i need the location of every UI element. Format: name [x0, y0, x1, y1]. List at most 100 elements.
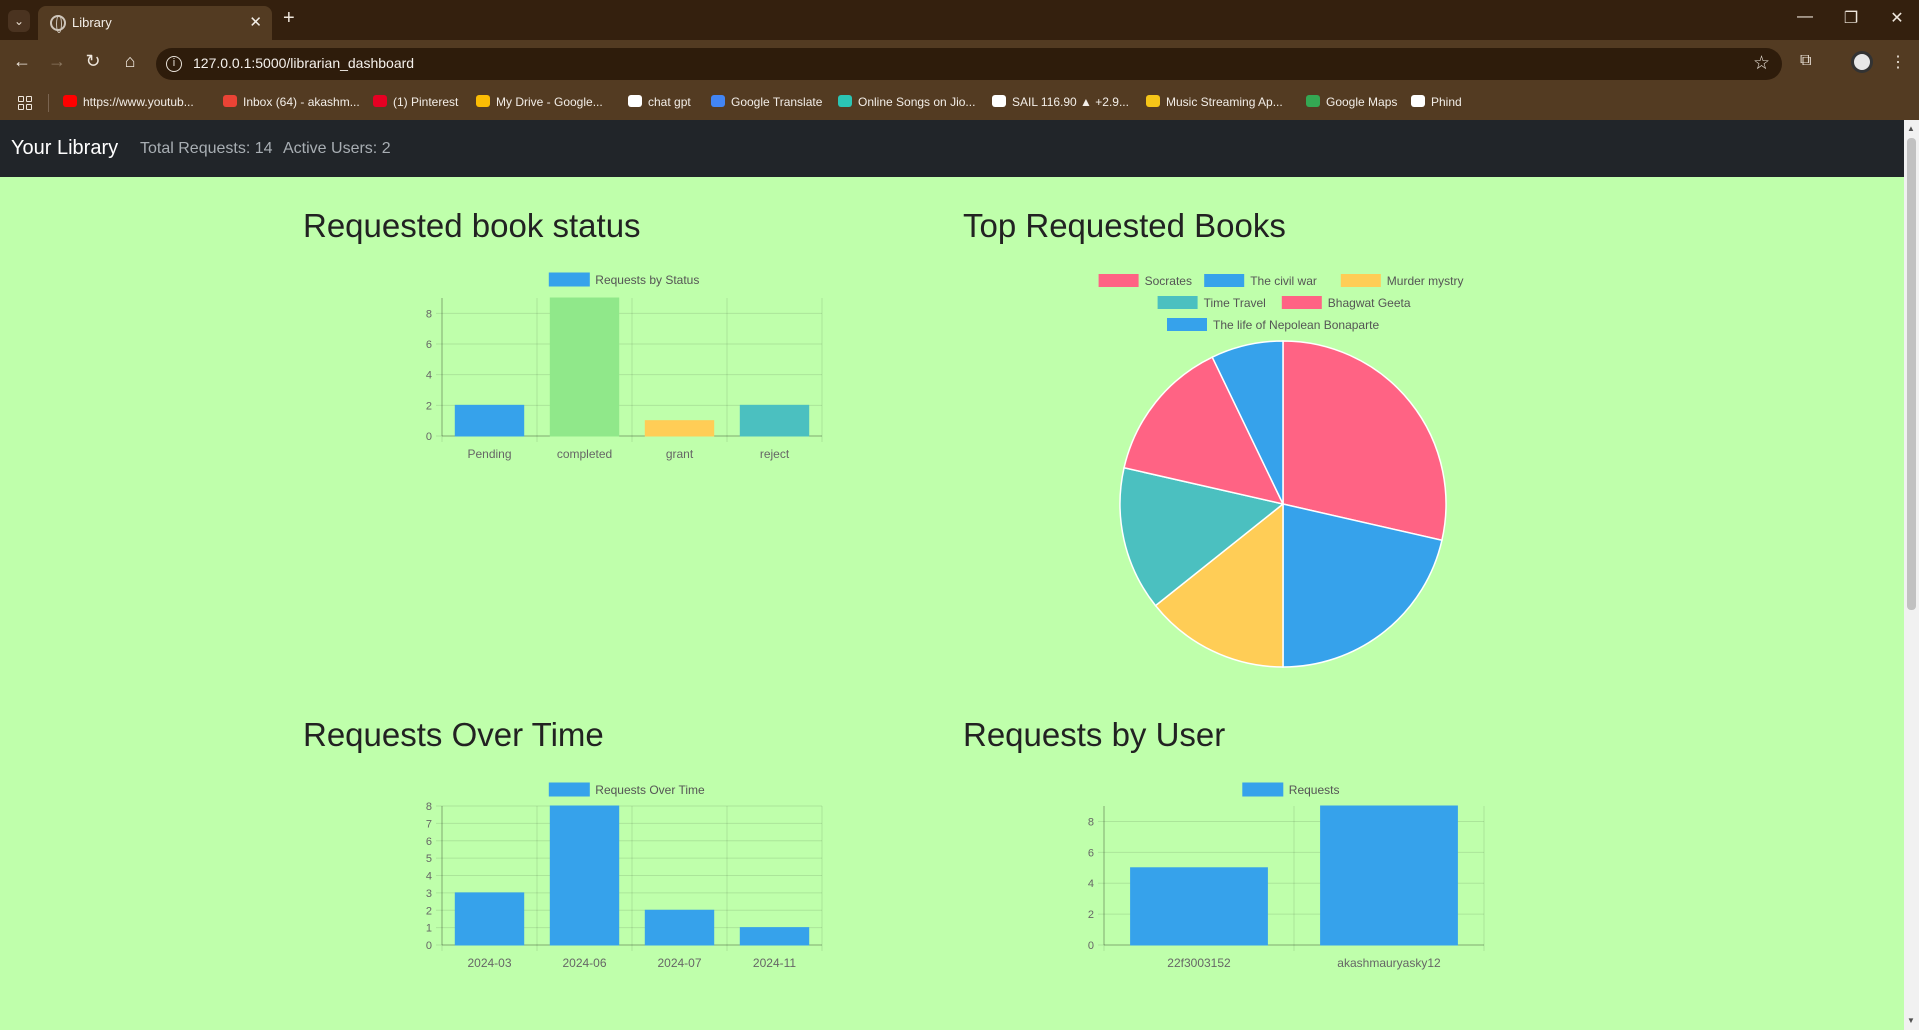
bookmark-item[interactable]: Google Maps — [1306, 95, 1397, 109]
bookmark-favicon-icon — [628, 95, 642, 107]
x-tick-label: 2024-06 — [562, 956, 606, 970]
status-bar-chart: Requests by Status 0 2 4 6 8 Pending completed g… — [426, 272, 823, 461]
y-tick-label: 5 — [426, 853, 432, 865]
y-tick-label: 2 — [1088, 909, 1094, 921]
bar — [739, 927, 810, 946]
legend-swatch — [1281, 296, 1322, 309]
page-scrollbar[interactable]: ▲ ▼ — [1904, 120, 1919, 1030]
x-tick-label: akashmauryasky12 — [1337, 956, 1441, 970]
bookmark-item[interactable]: chat gpt — [628, 95, 691, 109]
y-tick-label: 4 — [426, 370, 432, 382]
app-navbar: Your Library Total Requests: 14 Active U… — [0, 120, 1904, 177]
y-tick-label: 6 — [426, 339, 432, 351]
by-user-bar-chart: Requests 0 2 4 6 8 22f3003152 akashmauryasky12 — [1088, 782, 1485, 970]
legend-swatch — [1242, 782, 1284, 797]
bookmark-favicon-icon — [1306, 95, 1320, 107]
new-tab-icon[interactable]: + — [283, 7, 295, 30]
browser-chrome: ⌄ Library ✕ + — ❐ ✕ ← → ↻ ⌂ i 127.0.0.1:… — [0, 0, 1919, 120]
bookmark-favicon-icon — [63, 95, 77, 107]
brand-logo[interactable]: Your Library — [11, 137, 118, 160]
bookmark-item[interactable]: Phind — [1411, 95, 1462, 109]
url-text[interactable]: 127.0.0.1:5000/librarian_dashboard — [193, 55, 414, 71]
x-tick-label: 2024-07 — [657, 956, 701, 970]
profile-avatar[interactable] — [1851, 51, 1873, 73]
bookmarks-bar: https://www.youtub... Inbox (64) - akashm… — [0, 86, 1919, 120]
forward-icon[interactable]: → — [45, 51, 69, 72]
top-books-pie-chart: Socrates The civil war Murder mystry Time T… — [1098, 274, 1464, 668]
bookmark-label: My Drive - Google... — [496, 95, 603, 109]
bookmark-item[interactable]: (1) Pinterest — [373, 95, 458, 109]
apps-grid-icon[interactable] — [18, 96, 32, 110]
minimize-icon[interactable]: — — [1790, 8, 1820, 26]
tab-title: Library — [72, 15, 112, 30]
close-tab-icon[interactable]: ✕ — [249, 13, 262, 31]
address-bar[interactable]: i 127.0.0.1:5000/librarian_dashboard ☆ — [156, 48, 1782, 80]
legend-swatch — [548, 782, 590, 797]
bookmark-item[interactable]: My Drive - Google... — [476, 95, 603, 109]
legend-label: Murder mystry — [1387, 274, 1464, 288]
y-tick-label: 6 — [426, 836, 432, 848]
x-tick-label: reject — [760, 447, 790, 461]
legend-swatch — [1340, 274, 1381, 287]
x-tick-label: 2024-03 — [467, 956, 511, 970]
bar — [454, 892, 525, 946]
tab-library[interactable]: Library ✕ — [38, 6, 272, 40]
legend-label: Socrates — [1145, 274, 1192, 288]
home-icon[interactable]: ⌂ — [118, 51, 142, 72]
y-tick-label: 4 — [1088, 878, 1094, 890]
browser-toolbar: ← → ↻ ⌂ i 127.0.0.1:5000/librarian_dashb… — [0, 40, 1919, 86]
legend-label: Requests by Status — [595, 273, 699, 287]
legend-swatch — [1157, 296, 1198, 309]
bookmark-label: Music Streaming Ap... — [1166, 95, 1283, 109]
x-tick-label: completed — [557, 447, 612, 461]
bookmark-label: chat gpt — [648, 95, 691, 109]
bookmark-item[interactable]: https://www.youtub... — [63, 95, 194, 109]
bookmark-label: Online Songs on Jio... — [858, 95, 976, 109]
scroll-up-icon[interactable]: ▲ — [1907, 124, 1915, 133]
legend-label: Requests — [1289, 783, 1340, 797]
y-tick-label: 0 — [426, 431, 432, 443]
restore-icon[interactable]: ❐ — [1836, 8, 1866, 28]
top-books-chart-title: Top Requested Books — [963, 207, 1286, 244]
scroll-down-icon[interactable]: ▼ — [1907, 1016, 1915, 1025]
by-user-chart-title: Requests by User — [963, 716, 1226, 753]
bookmark-favicon-icon — [992, 95, 1006, 107]
bookmark-item[interactable]: Inbox (64) - akashm... — [223, 95, 360, 109]
back-icon[interactable]: ← — [10, 51, 34, 72]
bookmark-favicon-icon — [711, 95, 725, 107]
menu-kebab-icon[interactable]: ⋮ — [1890, 52, 1906, 72]
bookmark-item[interactable]: Online Songs on Jio... — [838, 95, 975, 109]
bar — [644, 909, 715, 946]
bookmark-label: Google Maps — [1326, 95, 1398, 109]
scrollbar-thumb[interactable] — [1907, 138, 1916, 610]
x-tick-label: 2024-11 — [753, 956, 796, 970]
site-info-icon[interactable]: i — [166, 56, 182, 72]
active-users-stat: Active Users: 2 — [283, 140, 391, 157]
y-tick-label: 1 — [426, 923, 432, 935]
bookmarks-divider — [48, 94, 49, 112]
bookmark-item[interactable]: SAIL 116.90 ▲ +2.9... — [992, 95, 1129, 109]
bookmark-label: (1) Pinterest — [393, 95, 459, 109]
bookmark-label: SAIL 116.90 ▲ +2.9... — [1012, 95, 1129, 109]
globe-icon — [50, 15, 66, 33]
extensions-icon[interactable]: ⧉ — [1800, 52, 1811, 70]
window-close-icon[interactable]: ✕ — [1882, 8, 1912, 28]
bookmark-favicon-icon — [1411, 95, 1425, 107]
legend-label: Requests Over Time — [595, 783, 705, 797]
bookmark-star-icon[interactable]: ☆ — [1753, 52, 1770, 75]
y-tick-label: 3 — [426, 888, 432, 900]
tab-search-icon[interactable]: ⌄ — [8, 10, 30, 32]
y-tick-label: 2 — [426, 905, 432, 917]
legend-label: The civil war — [1250, 274, 1317, 288]
bookmark-label: Google Translate — [731, 95, 823, 109]
legend-swatch — [1167, 318, 1207, 331]
bookmark-item[interactable]: Google Translate — [711, 95, 822, 109]
bookmark-item[interactable]: Music Streaming Ap... — [1146, 95, 1283, 109]
legend-swatch — [1204, 274, 1245, 287]
legend-swatch — [1098, 274, 1139, 287]
y-tick-label: 0 — [1088, 940, 1094, 952]
bar — [1320, 805, 1458, 946]
x-tick-label: grant — [666, 447, 694, 461]
y-tick-label: 4 — [426, 871, 432, 883]
reload-icon[interactable]: ↻ — [81, 51, 105, 72]
